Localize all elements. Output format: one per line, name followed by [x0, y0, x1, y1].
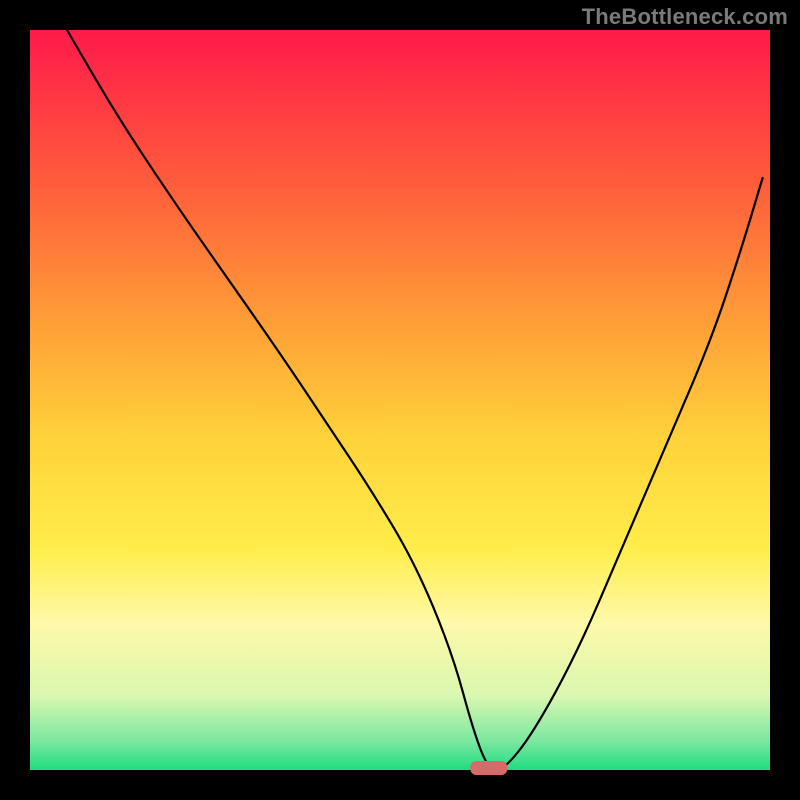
chart-svg: [0, 0, 800, 800]
bottleneck-chart: TheBottleneck.com: [0, 0, 800, 800]
plot-area: [30, 30, 770, 770]
optimal-point-marker: [470, 761, 507, 775]
watermark-text: TheBottleneck.com: [582, 4, 788, 30]
